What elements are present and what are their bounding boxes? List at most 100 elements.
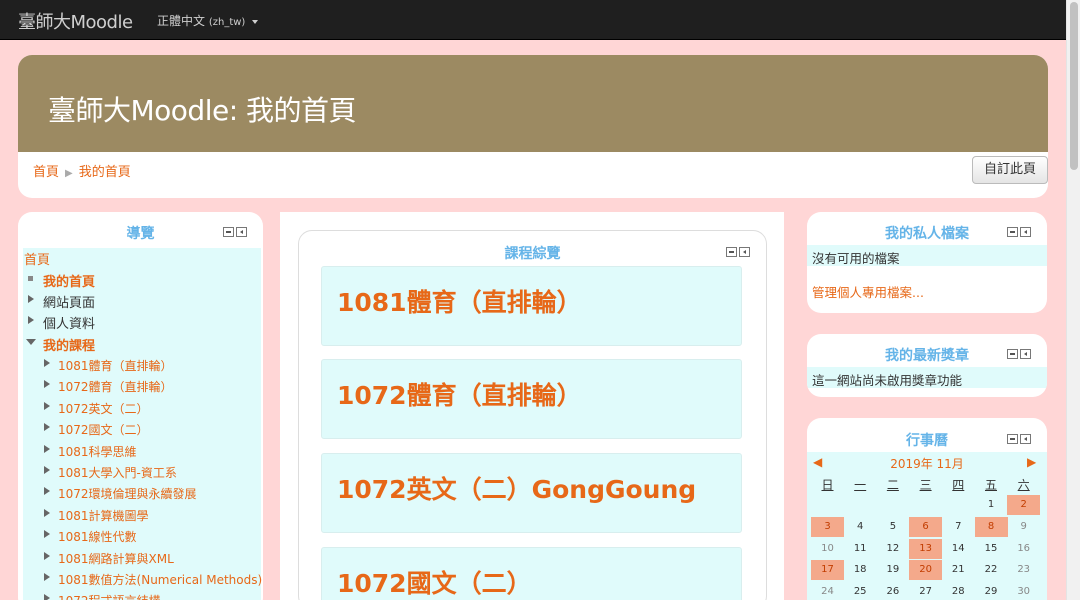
- calendar-day: 18: [853, 564, 867, 576]
- calendar-day: 23: [1017, 564, 1031, 576]
- calendar-day: 10: [821, 542, 834, 554]
- language-code: (zh_tw): [208, 17, 246, 28]
- breadcrumb-separator-icon: ▶: [65, 168, 73, 179]
- course-title-link[interactable]: 1072英文（二）GongGoung: [337, 470, 696, 506]
- expand-arrow-icon[interactable]: [44, 445, 50, 453]
- page-title: 臺師大Moodle: 我的首頁: [48, 94, 357, 127]
- dock-block-icon[interactable]: [739, 247, 750, 257]
- minimize-block-icon[interactable]: [1007, 227, 1018, 237]
- breadcrumb: 首頁 ▶ 我的首頁: [33, 161, 131, 180]
- minimize-block-icon[interactable]: [1007, 349, 1018, 359]
- navigation-block: 導覽 首頁 我的首頁 網站頁面 個人資料 我的課程 1081體育（直排輪） 10…: [18, 212, 263, 600]
- nav-course-link[interactable]: 1081體育（直排輪）: [58, 357, 173, 374]
- next-month-icon[interactable]: ▶: [1027, 455, 1036, 469]
- expand-arrow-icon[interactable]: [44, 359, 50, 367]
- calendar-day: 28: [951, 586, 965, 598]
- calendar-event-day[interactable]: 17: [811, 560, 844, 581]
- calendar-day: 26: [886, 586, 900, 598]
- calendar-month-link[interactable]: 2019年 11月: [807, 455, 1047, 472]
- course-title-link[interactable]: 1081體育（直排輪）: [337, 283, 582, 319]
- calendar-day: 15: [984, 542, 998, 554]
- calendar-weekday: 五: [984, 478, 997, 492]
- course-title-link[interactable]: 1072體育（直排輪）: [337, 376, 582, 412]
- expand-arrow-icon[interactable]: [44, 594, 50, 600]
- top-navbar: 臺師大Moodle 正體中文 (zh_tw): [0, 0, 1080, 40]
- private-files-block: 我的私人檔案 沒有可用的檔案 管理個人專用檔案...: [807, 212, 1047, 313]
- customize-page-button[interactable]: 自訂此頁: [972, 156, 1048, 184]
- calendar-day: 27: [919, 586, 932, 598]
- calendar-day: 7: [955, 520, 962, 532]
- expand-arrow-icon[interactable]: [44, 487, 50, 495]
- nav-course-link[interactable]: 1081科學思維: [58, 443, 137, 460]
- expand-arrow-icon[interactable]: [44, 466, 50, 474]
- calendar-day: 9: [1020, 520, 1027, 532]
- calendar-weekday: 日: [821, 478, 834, 492]
- nav-course-link[interactable]: 1072英文（二）: [58, 400, 149, 417]
- minimize-block-icon[interactable]: [726, 247, 737, 257]
- breadcrumb-dashboard-link[interactable]: 我的首頁: [79, 165, 131, 180]
- expand-arrow-icon[interactable]: [44, 402, 50, 410]
- nav-course-link[interactable]: 1072國文（二）: [58, 421, 149, 438]
- calendar-weekday: 四: [952, 478, 965, 492]
- minimize-block-icon[interactable]: [1007, 434, 1018, 444]
- expand-arrow-icon[interactable]: [44, 423, 50, 431]
- expand-arrow-icon[interactable]: [44, 530, 50, 538]
- collapse-arrow-icon[interactable]: [26, 339, 36, 345]
- nav-item-my-courses[interactable]: 我的課程: [43, 335, 95, 354]
- page-header: 臺師大Moodle: 我的首頁 首頁 ▶ 我的首頁 自訂此頁: [18, 55, 1048, 198]
- course-title-link[interactable]: 1072國文（二）: [337, 564, 532, 600]
- calendar-event-day[interactable]: 8: [974, 516, 1008, 537]
- expand-arrow-icon[interactable]: [28, 295, 34, 303]
- calendar-day: 19: [886, 564, 900, 576]
- course-box: 1072英文（二）GongGoung: [321, 453, 742, 533]
- manage-files-link[interactable]: 管理個人專用檔案...: [812, 282, 924, 301]
- nav-course-link[interactable]: 1081計算機圖學: [58, 507, 149, 524]
- nav-course-link[interactable]: 1081線性代數: [58, 528, 137, 545]
- course-box: 1072體育（直排輪）: [321, 359, 742, 439]
- expand-arrow-icon[interactable]: [44, 380, 50, 388]
- dock-block-icon[interactable]: [236, 227, 247, 237]
- nav-course-link[interactable]: 1081大學入門-資工系: [58, 464, 177, 481]
- nav-course-link[interactable]: 1081數值方法(Numerical Methods): [58, 571, 262, 588]
- calendar-event-day[interactable]: 13: [909, 538, 943, 559]
- dock-block-icon[interactable]: [1020, 349, 1031, 359]
- nav-course-link[interactable]: 1081網路計算與XML: [58, 550, 174, 567]
- badges-block: 我的最新獎章 這一網站尚未啟用獎章功能: [807, 334, 1047, 397]
- nav-item-dashboard[interactable]: 我的首頁: [43, 271, 95, 290]
- nav-item-site-pages[interactable]: 網站頁面: [43, 292, 95, 311]
- calendar-day: 1: [987, 499, 995, 510]
- calendar-day: 5: [889, 520, 897, 532]
- expand-arrow-icon[interactable]: [28, 316, 34, 324]
- language-label: 正體中文: [157, 14, 206, 28]
- language-menu[interactable]: 正體中文 (zh_tw): [157, 12, 259, 29]
- calendar-event-day[interactable]: 2: [1007, 495, 1041, 515]
- dock-block-icon[interactable]: [1020, 227, 1031, 237]
- course-box: 1081體育（直排輪）: [321, 266, 742, 346]
- calendar-day: 12: [886, 542, 900, 554]
- expand-arrow-icon[interactable]: [44, 509, 50, 517]
- breadcrumb-home-link[interactable]: 首頁: [33, 165, 59, 180]
- expand-arrow-icon[interactable]: [44, 573, 50, 581]
- calendar-day: 22: [984, 564, 998, 576]
- page-scrollbar[interactable]: [1066, 0, 1080, 600]
- calendar-day: 30: [1017, 586, 1031, 598]
- expand-arrow-icon[interactable]: [44, 552, 50, 560]
- calendar-block: 行事曆 ◀ 2019年 11月 ▶ 日一二三四五六 1 2 3 4 5 6 7 8 9 10 11 12…: [807, 418, 1047, 600]
- dock-block-icon[interactable]: [1020, 434, 1031, 444]
- calendar-day: 24: [821, 586, 834, 598]
- calendar-day: 4: [857, 520, 864, 532]
- minimize-block-icon[interactable]: [223, 227, 234, 237]
- nav-course-link[interactable]: 1072環境倫理與永續發展: [58, 485, 197, 502]
- badges-disabled-text: 這一網站尚未啟用獎章功能: [812, 373, 963, 388]
- nav-course-link[interactable]: 1072體育（直排輪）: [58, 378, 173, 395]
- nav-home-link[interactable]: 首頁: [24, 249, 50, 268]
- nav-course-link[interactable]: 1072程式語言結構: [58, 592, 161, 600]
- caret-down-icon: [252, 19, 259, 24]
- nav-item-profile[interactable]: 個人資料: [43, 313, 95, 332]
- calendar-event-day[interactable]: 6: [909, 516, 943, 537]
- site-brand-link[interactable]: 臺師大Moodle: [18, 8, 133, 34]
- calendar-event-day[interactable]: 3: [811, 516, 844, 537]
- calendar-event-day[interactable]: 20: [909, 560, 943, 581]
- calendar-weekday: 六: [1017, 478, 1030, 492]
- scrollbar-thumb[interactable]: [1070, 2, 1078, 170]
